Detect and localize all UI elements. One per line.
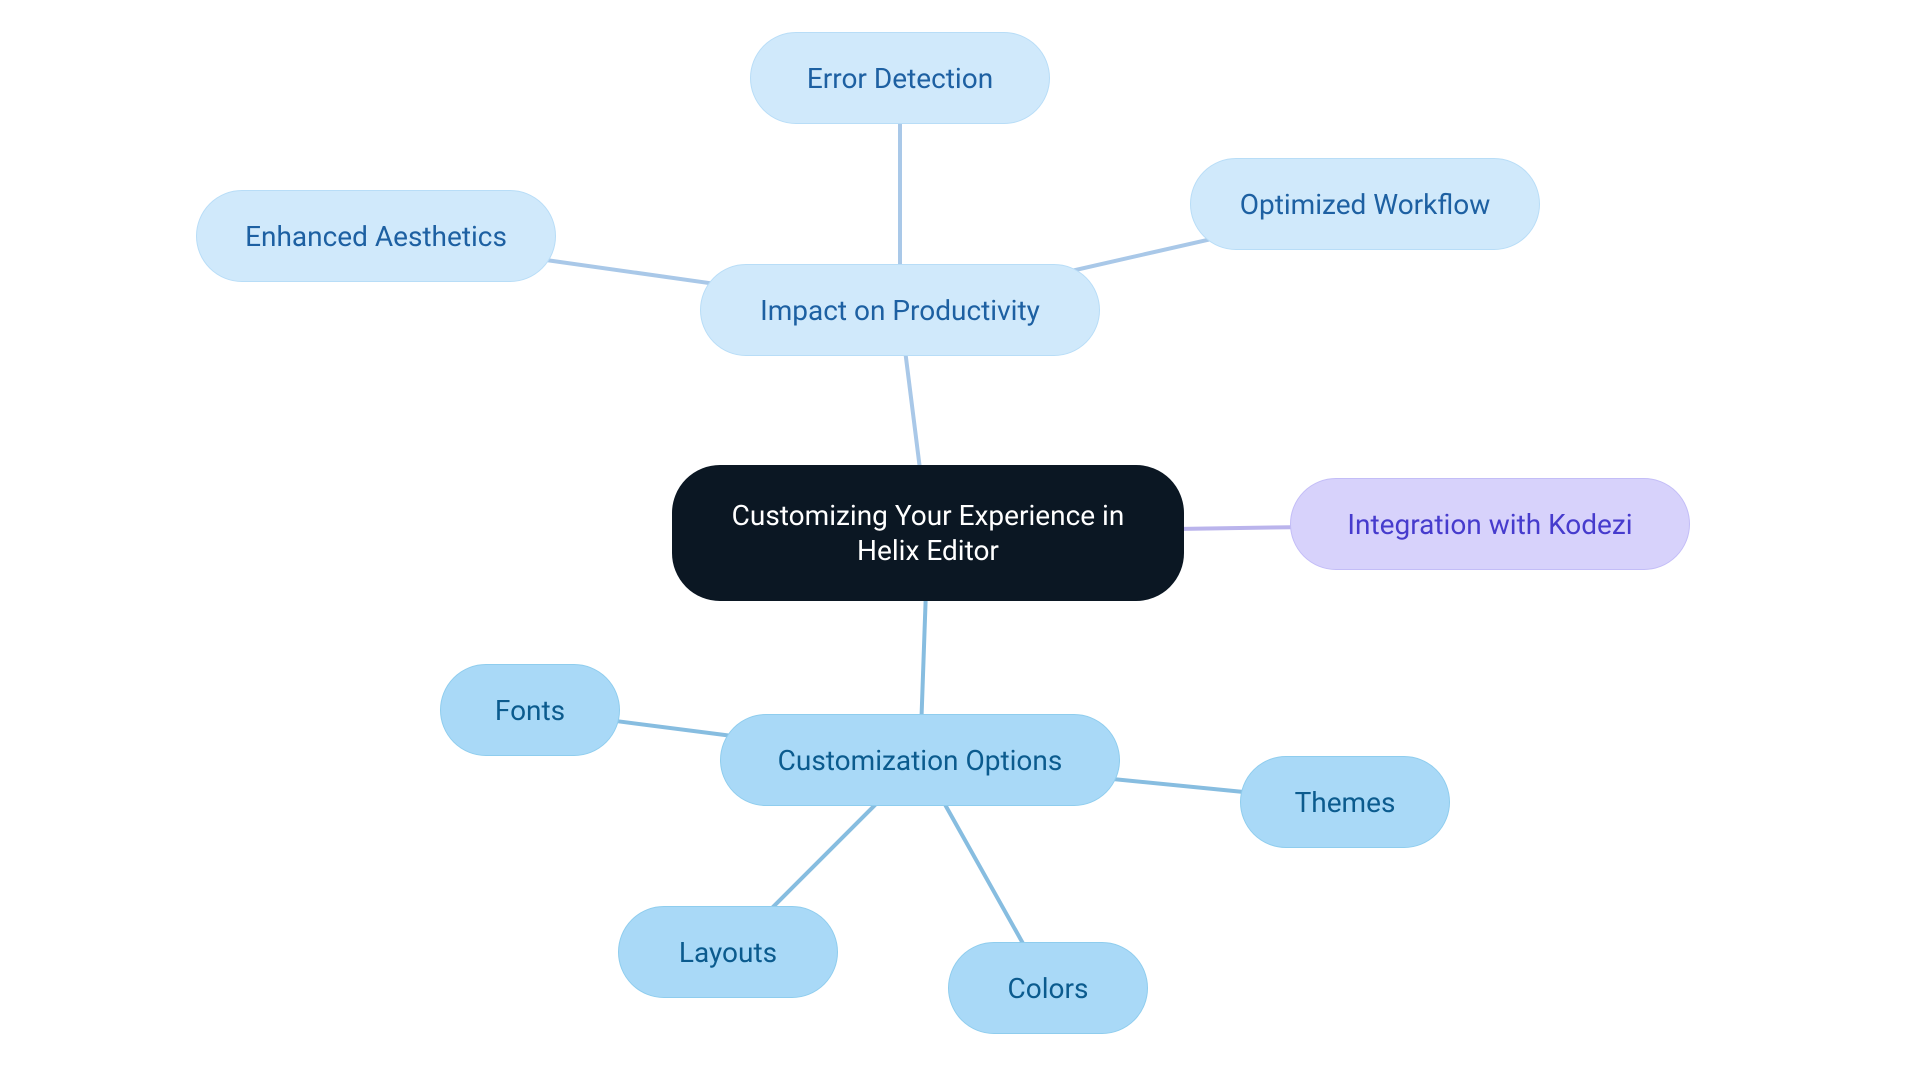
node-error-detection[interactable]: Error Detection: [750, 32, 1050, 124]
node-themes[interactable]: Themes: [1240, 756, 1450, 848]
node-root[interactable]: Customizing Your Experience in Helix Edi…: [672, 465, 1184, 601]
node-fonts[interactable]: Fonts: [440, 664, 620, 756]
node-layouts[interactable]: Layouts: [618, 906, 838, 998]
node-customization-options[interactable]: Customization Options: [720, 714, 1120, 806]
edge-root-custom: [922, 601, 926, 714]
mindmap-canvas: Customizing Your Experience in Helix Edi…: [0, 0, 1920, 1083]
edge-custom-colors: [946, 806, 1023, 944]
node-impact-on-productivity[interactable]: Impact on Productivity: [700, 264, 1100, 356]
node-enhanced-aesthetics[interactable]: Enhanced Aesthetics: [196, 190, 556, 282]
edge-custom-themes: [1104, 778, 1243, 792]
node-optimized-workflow[interactable]: Optimized Workflow: [1190, 158, 1540, 250]
edge-impact-aesthetics: [534, 258, 730, 286]
edge-root-impact: [906, 356, 920, 465]
node-colors[interactable]: Colors: [948, 942, 1148, 1034]
edge-root-kodezi: [1184, 527, 1291, 529]
edge-custom-layouts: [770, 805, 875, 910]
node-integration-with-kodezi[interactable]: Integration with Kodezi: [1290, 478, 1690, 570]
